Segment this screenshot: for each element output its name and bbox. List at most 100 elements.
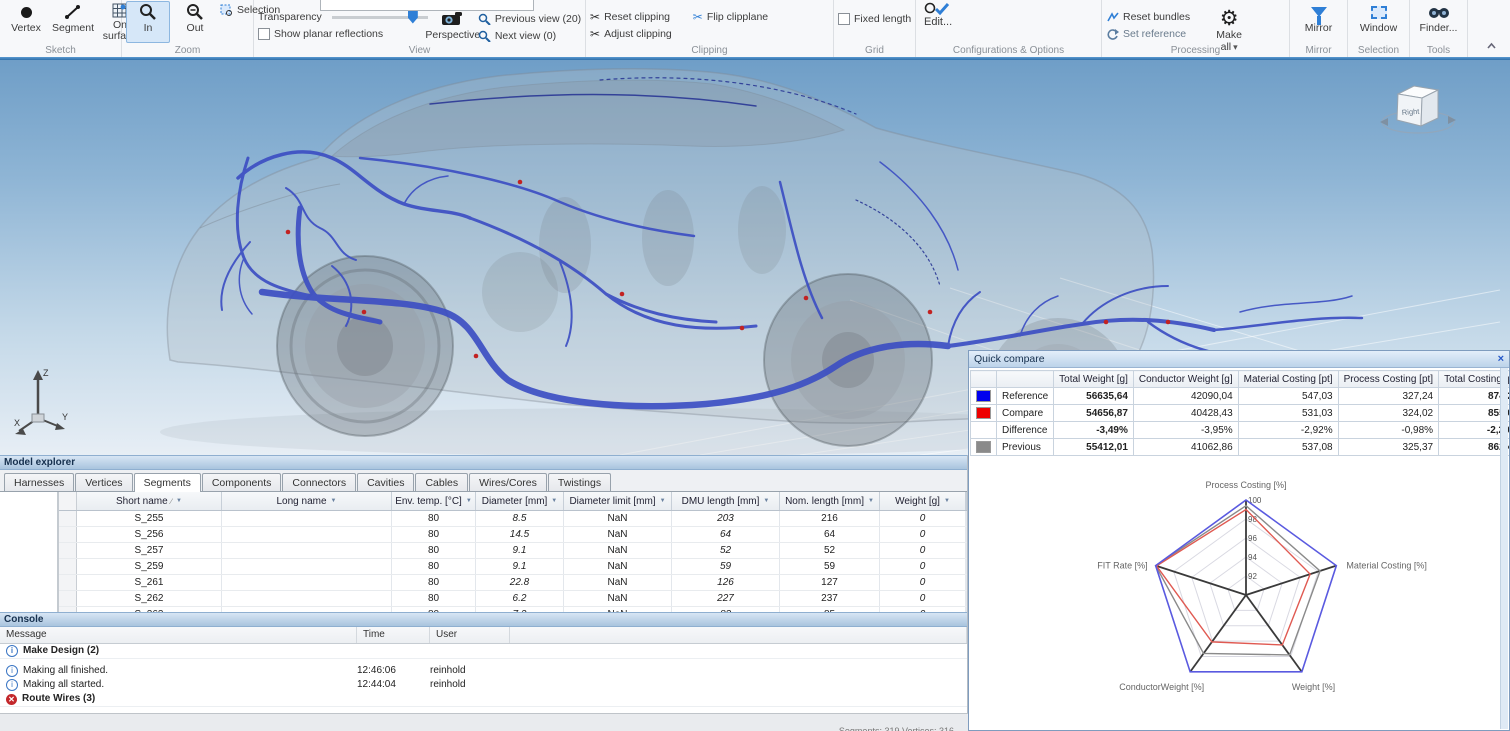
ribbon-toolbar: Vertex Segment On surface Sketch [0,0,1510,57]
group-label-zoom: Zoom [122,45,253,56]
quick-compare-header: Total Weight [g] Conductor Weight [g] Ma… [971,371,1510,388]
application-window: Vertex Segment On surface Sketch [0,0,1510,731]
group-label-configurations: Configurations & Options [916,45,1101,56]
perspective-camera-icon [441,9,465,29]
mirror-button[interactable]: Mirror [1297,1,1341,43]
segment-button[interactable]: Segment [51,1,95,43]
table-row[interactable]: Difference -3,49% -3,95% -2,92% -0,98% -… [971,422,1510,439]
difference-color-swatch [977,425,990,435]
view-cube[interactable]: Right [1380,86,1456,133]
transparency-slider[interactable] [332,16,428,19]
perspective-button[interactable]: Perspective [431,8,475,50]
reset-clipping-button[interactable]: ✂ Reset clipping [590,10,672,24]
tab-connectors[interactable]: Connectors [282,473,356,491]
table-row[interactable]: S_262806.2NaN2272370 [59,591,967,607]
reset-bundles-label: Reset bundles [1123,11,1190,23]
filter-icon[interactable]: ▼ [551,498,557,504]
zoom-in-label: In [144,22,153,34]
console-message-row[interactable]: Making all started. 12:44:04reinhold [0,678,967,692]
quick-compare-table: Total Weight [g] Conductor Weight [g] Ma… [970,370,1510,456]
ribbon-group-tools: Finder... Tools [1410,0,1468,57]
console-header[interactable]: Message Time User [0,627,967,644]
quick-compare-scrollbar[interactable] [1500,368,1508,729]
next-view-icon [478,30,491,42]
table-row[interactable]: Reference 56635,64 42090,04 547,03 327,2… [971,388,1510,405]
status-bar: Segments: 319 Vertices: 316 [0,713,968,731]
filter-icon[interactable]: ▼ [660,498,666,504]
finder-button[interactable]: Finder... [1417,1,1461,43]
fixed-length-row: Fixed length [838,12,911,26]
tab-vertices[interactable]: Vertices [75,473,132,491]
zoom-out-button[interactable]: Out [173,1,217,43]
set-reference-button[interactable]: Set reference [1106,27,1190,41]
console-group-row[interactable]: Make Design (2) [0,644,967,659]
previous-view-label: Previous view (20) [495,13,581,25]
zoom-selection-icon [220,4,233,16]
table-row[interactable]: S_255808.5NaN2032160 [59,511,967,527]
tab-segments[interactable]: Segments [134,473,201,492]
next-view-button[interactable]: Next view (0) [478,29,581,43]
group-label-sketch: Sketch [0,45,121,56]
filter-icon[interactable]: ▼ [763,498,769,504]
tab-twistings[interactable]: Twistings [548,473,611,491]
ribbon-collapse-chevron[interactable] [1487,42,1496,51]
tab-wires-cores[interactable]: Wires/Cores [469,473,547,491]
compare-color-swatch [976,407,991,419]
segments-table: Short name∕▼ Long name▼ Env. temp. [°C]▼… [59,492,967,612]
segments-table-header[interactable]: Short name∕▼ Long name▼ Env. temp. [°C]▼… [59,492,967,511]
quick-compare-title: Quick compare [974,353,1045,365]
console-panel: Console Message Time User Make Design (2… [0,612,968,713]
axis-triad: Z X Y [14,368,68,435]
flip-clipplane-button[interactable]: ✂ Flip clipplane [693,10,768,24]
tab-harnesses[interactable]: Harnesses [4,473,74,491]
axis-y-label: Y [62,412,68,422]
console-message-row[interactable]: Making all finished. 12:46:06reinhold [0,664,967,678]
make-all-button[interactable]: ⚙ Make all ▾ [1207,8,1251,50]
filter-icon[interactable]: ▼ [868,498,874,504]
info-icon [6,665,18,677]
table-row[interactable]: S_2618022.8NaN1261270 [59,575,967,591]
set-reference-icon [1106,28,1119,40]
table-row[interactable]: S_2568014.5NaN64640 [59,527,967,543]
close-icon[interactable]: × [1498,353,1504,365]
fixed-length-label: Fixed length [854,13,911,25]
tab-cavities[interactable]: Cavities [357,473,414,491]
window-selection-icon [1371,2,1387,22]
planar-reflections-checkbox[interactable] [258,28,270,40]
previous-view-button[interactable]: Previous view (20) [478,12,581,26]
reset-clipping-label: Reset clipping [604,11,670,23]
transparency-slider-thumb[interactable] [408,11,418,24]
model-explorer-tree-pane[interactable] [0,492,59,612]
edit-configurations-button[interactable]: Edit... [924,16,1097,28]
window-selection-button[interactable]: Window [1357,1,1401,43]
svg-text:96: 96 [1248,534,1257,543]
zoom-in-button[interactable]: In [126,1,170,43]
adjust-clipping-button[interactable]: ✂ Adjust clipping [590,27,672,41]
console-group-row[interactable]: Route Wires (3) [0,692,967,707]
tab-cables[interactable]: Cables [415,473,468,491]
fixed-length-checkbox[interactable] [838,13,850,25]
table-row[interactable]: Previous 55412,01 41062,86 537,08 325,37… [971,439,1510,456]
table-row[interactable]: S_257809.1NaN52520 [59,543,967,559]
finder-label: Finder... [1420,22,1458,34]
vertex-button[interactable]: Vertex [4,1,48,43]
reset-bundles-button[interactable]: Reset bundles [1106,10,1190,24]
group-label-clipping: Clipping [586,45,833,56]
table-row[interactable]: Compare 54656,87 40428,43 531,03 324,02 … [971,405,1510,422]
scissors-icon: ✂ [590,27,600,41]
ribbon-group-grid: Fixed length Grid [834,0,916,57]
orbit-arrow-left-icon [1380,118,1388,126]
model-explorer-panel: Model explorer Harnesses Vertices Segmen… [0,455,968,612]
ribbon-group-processing: Reset bundles Set reference ⚙ Make all ▾ [1102,0,1290,57]
zoom-out-icon [186,2,204,22]
tab-components[interactable]: Components [202,473,282,491]
filter-icon[interactable]: ▼ [176,498,182,504]
group-label-processing: Processing [1102,45,1289,56]
view-value-input[interactable] [320,0,534,11]
vertex-label: Vertex [11,22,41,34]
filter-icon[interactable]: ▼ [466,498,472,504]
table-row[interactable]: S_259809.1NaN59590 [59,559,967,575]
filter-icon[interactable]: ▼ [944,498,950,504]
binoculars-icon [1428,2,1450,22]
filter-icon[interactable]: ▼ [331,498,337,504]
